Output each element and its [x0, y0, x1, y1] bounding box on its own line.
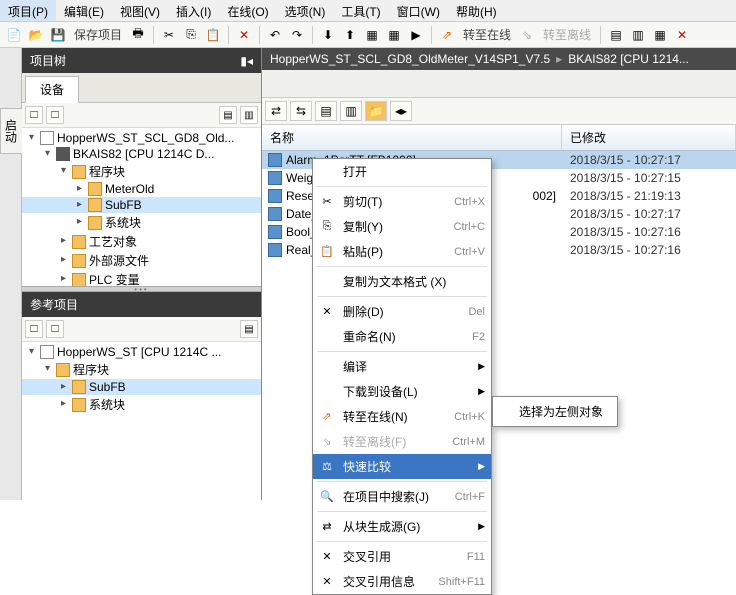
context-menu-item[interactable]: 📋粘贴(P)Ctrl+V [313, 239, 491, 264]
menu-item[interactable]: 帮助(H) [448, 0, 505, 21]
context-menu-item: ⇘转至离线(F)Ctrl+M [313, 429, 491, 454]
tree-toolbar: 🞎 🞎 ▤ ▥ [22, 103, 261, 128]
list-toolbar: ⇄ ⇆ ▤ ▥ 📁 ◂▸ [262, 98, 736, 125]
main-toolbar: 📄 📂 💾 保存项目 🖶 ✂ ⎘ 📋 ✕ ↶ ↷ ⬇ ⬆ ▦ ▦ ▶ ⇗ 转至在… [0, 22, 736, 48]
context-menu-item[interactable]: ✕交叉引用F11 [313, 544, 491, 569]
misc-icon3[interactable]: ▦ [650, 25, 670, 45]
side-tab-start[interactable]: 启动 [0, 108, 22, 154]
undo-icon[interactable]: ↶ [265, 25, 285, 45]
context-menu-item[interactable]: 复制为文本格式 (X) [313, 269, 491, 294]
context-menu-item[interactable]: 打开 [313, 159, 491, 184]
tree-node[interactable]: ▸系统块 [22, 213, 261, 232]
tree-node[interactable]: ▸SubFB [22, 197, 261, 213]
menu-item[interactable]: 插入(I) [168, 0, 219, 21]
menu-item[interactable]: 项目(P) [0, 0, 56, 21]
ltb3[interactable]: ▤ [315, 101, 337, 121]
collapse-icon[interactable]: ▮◂ [240, 54, 253, 68]
ref-project-title: 参考项目 [30, 296, 78, 313]
paste-icon[interactable]: 📋 [203, 25, 223, 45]
new-project-icon[interactable]: 📄 [4, 25, 24, 45]
go-online-label[interactable]: 转至在线 [459, 26, 515, 43]
tree-node[interactable]: ▸工艺对象 [22, 232, 261, 251]
reference-tree[interactable]: ▾HopperWS_ST [CPU 1214C ...▾程序块▸SubFB▸系统… [22, 342, 261, 500]
tree-node[interactable]: ▾HopperWS_ST_SCL_GD8_Old... [22, 130, 261, 146]
ltb4[interactable]: ▥ [340, 101, 362, 121]
context-menu-item[interactable]: ⇄从块生成源(G)▶ [313, 514, 491, 539]
go-offline-icon[interactable]: ⇘ [517, 25, 537, 45]
compile-icon[interactable]: ▦ [362, 25, 382, 45]
close-icon[interactable]: ✕ [672, 25, 692, 45]
start-icon[interactable]: ▶ [406, 25, 426, 45]
menu-item[interactable]: 窗口(W) [389, 0, 448, 21]
go-offline-label: 转至离线 [539, 26, 595, 43]
go-online-icon[interactable]: ⇗ [437, 25, 457, 45]
tree-node[interactable]: ▸SubFB [22, 379, 261, 395]
ltb5[interactable]: 📁 [365, 101, 387, 121]
context-menu-item[interactable]: ✂剪切(T)Ctrl+X [313, 189, 491, 214]
context-menu-item[interactable]: ✕删除(D)Del [313, 299, 491, 324]
tree-node[interactable]: ▾HopperWS_ST [CPU 1214C ... [22, 344, 261, 360]
context-menu-item[interactable]: 下载到设备(L)▶ [313, 379, 491, 404]
ref-btn1[interactable]: 🞎 [25, 320, 43, 338]
print-icon[interactable]: 🖶 [128, 25, 148, 45]
project-tree-header: 项目树 ▮◂ [22, 48, 261, 73]
cut-icon[interactable]: ✂ [159, 25, 179, 45]
tree-node[interactable]: ▸系统块 [22, 395, 261, 414]
col-name[interactable]: 名称 [262, 125, 562, 150]
crumb-b[interactable]: BKAIS82 [CPU 1214... [568, 52, 689, 66]
tree-node[interactable]: ▸外部源文件 [22, 251, 261, 270]
ref-btn3[interactable]: ▤ [240, 320, 258, 338]
open-project-icon[interactable]: 📂 [26, 25, 46, 45]
copy-icon[interactable]: ⎘ [181, 25, 201, 45]
upload-icon[interactable]: ⬆ [340, 25, 360, 45]
side-tabstrip: 启动 [0, 48, 22, 500]
tree-node[interactable]: ▾程序块 [22, 360, 261, 379]
tree-node[interactable]: ▸MeterOld [22, 181, 261, 197]
menu-item[interactable]: 视图(V) [112, 0, 168, 21]
download-icon[interactable]: ⬇ [318, 25, 338, 45]
ltb1[interactable]: ⇄ [265, 101, 287, 121]
tree-btn1[interactable]: 🞎 [25, 106, 43, 124]
misc-icon2[interactable]: ▥ [628, 25, 648, 45]
tree-btn2[interactable]: 🞎 [46, 106, 64, 124]
ref-btn2[interactable]: 🞎 [46, 320, 64, 338]
context-menu-item[interactable]: 🔍在项目中搜索(J)Ctrl+F [313, 484, 491, 509]
menu-item[interactable]: 选项(N) [277, 0, 334, 21]
tree-node[interactable]: ▾BKAIS82 [CPU 1214C D... [22, 146, 261, 162]
ref-toolbar: 🞎 🞎 ▤ [22, 317, 261, 342]
context-menu-item[interactable]: ✕交叉引用信息Shift+F11 [313, 569, 491, 594]
submenu-item[interactable]: 选择为左侧对象 [495, 399, 615, 424]
context-menu-item[interactable]: ⎘复制(Y)Ctrl+C [313, 214, 491, 239]
redo-icon[interactable]: ↷ [287, 25, 307, 45]
context-menu-item[interactable]: 编译▶ [313, 354, 491, 379]
tree-btn3[interactable]: ▤ [219, 106, 237, 124]
context-menu[interactable]: 打开 ✂剪切(T)Ctrl+X⎘复制(Y)Ctrl+C📋粘贴(P)Ctrl+V 复制… [312, 158, 492, 595]
submenu[interactable]: 选择为左侧对象 [492, 396, 618, 427]
save-icon[interactable]: 💾 [48, 25, 68, 45]
tree-btn4[interactable]: ▥ [240, 106, 258, 124]
menubar: 项目(P)编辑(E)视图(V)插入(I)在线(O)选项(N)工具(T)窗口(W)… [0, 0, 736, 22]
menu-item[interactable]: 工具(T) [333, 0, 388, 21]
ltb6[interactable]: ◂▸ [390, 101, 412, 121]
list-header: 名称 已修改 [262, 125, 736, 151]
misc-icon1[interactable]: ▤ [606, 25, 626, 45]
ref-project-header: 参考项目 [22, 292, 261, 317]
delete-icon[interactable]: ✕ [234, 25, 254, 45]
tab-devices[interactable]: 设备 [25, 76, 79, 103]
save-label: 保存项目 [70, 26, 126, 43]
menu-item[interactable]: 在线(O) [219, 0, 276, 21]
menu-item[interactable]: 编辑(E) [56, 0, 112, 21]
context-menu-item[interactable]: 重命名(N)F2 [313, 324, 491, 349]
breadcrumb: HopperWS_ST_SCL_GD8_OldMeter_V14SP1_V7.5… [262, 48, 736, 70]
tree-node[interactable]: ▾程序块 [22, 162, 261, 181]
crumb-a[interactable]: HopperWS_ST_SCL_GD8_OldMeter_V14SP1_V7.5 [270, 52, 550, 66]
context-menu-item[interactable]: ⇗转至在线(N)Ctrl+K [313, 404, 491, 429]
project-tree[interactable]: ▾HopperWS_ST_SCL_GD8_Old...▾BKAIS82 [CPU… [22, 128, 261, 286]
ltb2[interactable]: ⇆ [290, 101, 312, 121]
col-modified[interactable]: 已修改 [562, 125, 736, 150]
sim-icon[interactable]: ▦ [384, 25, 404, 45]
context-menu-item[interactable]: ⚖快速比较▶ [313, 454, 491, 479]
project-tree-title: 项目树 [30, 52, 66, 69]
